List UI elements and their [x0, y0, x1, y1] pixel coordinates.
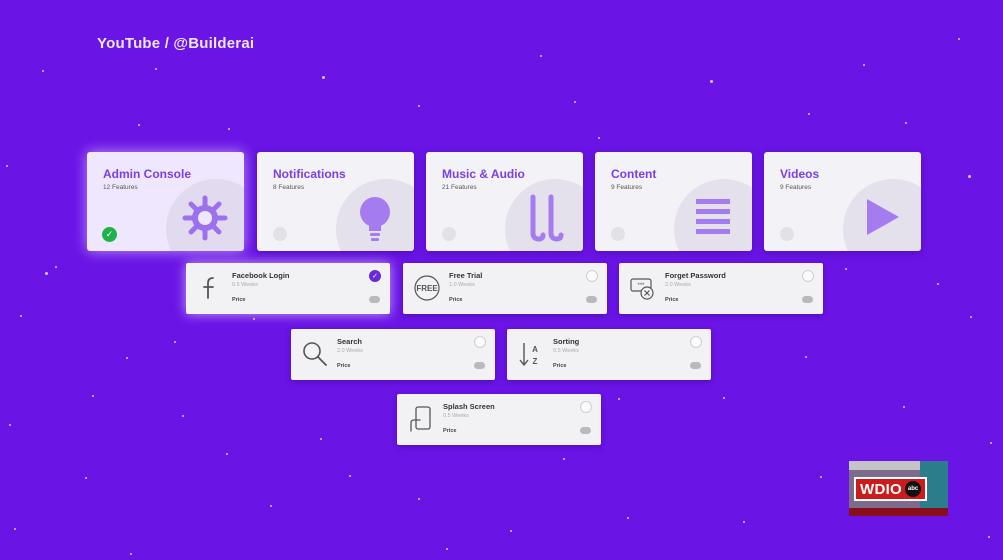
category-feature-count: 21 Features [442, 184, 477, 191]
feature-duration: 2.0 Weeks [337, 348, 363, 354]
bulb-icon [360, 197, 390, 241]
free-badge-icon: FREE [414, 275, 440, 301]
price-toggle[interactable] [580, 427, 591, 434]
feature-card-forget-password[interactable]: *** Forget Password 2.0 Weeks Price [619, 263, 823, 314]
station-callsign-box: WDIO abc [854, 477, 928, 501]
price-toggle[interactable] [690, 362, 701, 369]
search-icon [303, 342, 327, 366]
abc-network-logo: abc [905, 481, 922, 497]
feature-title: Sorting [553, 337, 580, 346]
category-feature-count: 9 Features [611, 184, 643, 191]
price-toggle[interactable] [369, 296, 380, 303]
badge-bottom-bar [849, 508, 948, 516]
feature-duration: 2.0 Weeks [665, 282, 691, 288]
feature-select-checkbox[interactable] [802, 270, 814, 282]
category-select-radio[interactable] [273, 227, 287, 241]
feature-price: Price [337, 363, 351, 369]
feature-card-search[interactable]: Search 2.0 Weeks Price [291, 329, 495, 380]
play-icon [867, 199, 899, 235]
feature-select-checkbox[interactable] [690, 336, 702, 348]
station-logo-badge: WDIO abc [849, 461, 948, 516]
music-icon [530, 194, 564, 242]
feature-card-splash-screen[interactable]: Splash Screen 0.5 Weeks Price [397, 394, 601, 445]
svg-text:FREE: FREE [416, 284, 438, 293]
sort-az-icon: A Z [519, 343, 538, 367]
feature-price: Price [449, 297, 463, 303]
category-card-notifications[interactable]: Notifications 8 Features [257, 152, 414, 251]
feature-title: Splash Screen [443, 402, 495, 411]
category-title: Content [611, 167, 657, 181]
feature-title: Free Trial [449, 271, 483, 280]
password-reset-icon: *** [630, 278, 654, 300]
category-title: Music & Audio [442, 167, 525, 181]
category-title: Notifications [273, 167, 346, 181]
category-feature-count: 8 Features [273, 184, 305, 191]
feature-duration: 0.5 Weeks [232, 282, 258, 288]
phone-tap-icon [410, 406, 431, 432]
feature-card-sorting[interactable]: A Z Sorting 0.5 Weeks Price [507, 329, 711, 380]
feature-price: Price [553, 363, 567, 369]
price-toggle[interactable] [586, 296, 597, 303]
feature-price: Price [665, 297, 679, 303]
feature-title: Forget Password [665, 271, 726, 280]
feature-select-checkbox[interactable]: ✓ [369, 270, 381, 282]
feature-duration: 1.0 Weeks [449, 282, 475, 288]
feature-card-free-trial[interactable]: FREE Free Trial 1.0 Weeks Price [403, 263, 607, 314]
gear-icon [182, 195, 228, 241]
feature-price: Price [443, 428, 457, 434]
category-select-radio[interactable] [611, 227, 625, 241]
source-label: YouTube / @Builderai [97, 35, 255, 52]
category-select-radio[interactable] [442, 227, 456, 241]
list-icon [696, 199, 730, 234]
category-title: Admin Console [103, 167, 192, 181]
category-feature-count: 9 Features [780, 184, 812, 191]
svg-text:A: A [532, 345, 538, 354]
feature-select-checkbox[interactable] [474, 336, 486, 348]
category-card-videos[interactable]: Videos 9 Features [764, 152, 921, 251]
category-card-admin-console[interactable]: Admin Console 12 Features ✓ [87, 152, 244, 251]
feature-select-checkbox[interactable] [586, 270, 598, 282]
feature-select-checkbox[interactable] [580, 401, 592, 413]
price-toggle[interactable] [802, 296, 813, 303]
feature-card-facebook-login[interactable]: Facebook Login 0.5 Weeks Price ✓ [186, 263, 390, 314]
category-title: Videos [780, 167, 820, 181]
facebook-icon [203, 277, 214, 299]
svg-text:Z: Z [533, 357, 538, 366]
station-callsign: WDIO [860, 480, 903, 498]
category-card-content[interactable]: Content 9 Features [595, 152, 752, 251]
price-toggle[interactable] [474, 362, 485, 369]
category-card-music-audio[interactable]: Music & Audio 21 Features [426, 152, 583, 251]
feature-price: Price [232, 297, 246, 303]
check-icon[interactable]: ✓ [102, 227, 117, 242]
category-feature-count: 12 Features [103, 184, 138, 191]
feature-duration: 0.5 Weeks [443, 413, 469, 419]
feature-duration: 0.5 Weeks [553, 348, 579, 354]
category-select-radio[interactable] [780, 227, 794, 241]
feature-title: Facebook Login [232, 271, 290, 280]
feature-title: Search [337, 337, 363, 346]
